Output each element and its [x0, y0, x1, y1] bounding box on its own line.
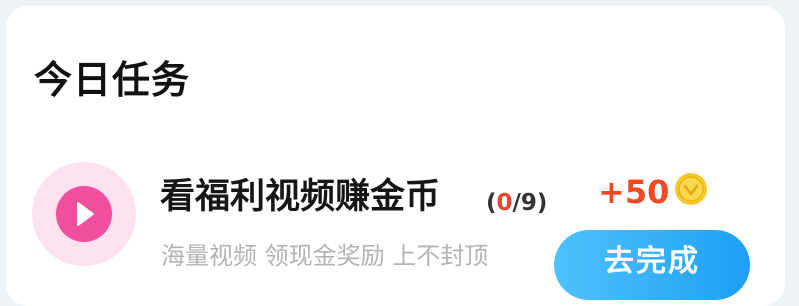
- task-title: 看福利视频赚金币: [160, 177, 441, 217]
- task-item: 看福利视频赚金币 (0/9) 海量视频 领现金奖励 上不封顶 +50 去完成: [6, 156, 785, 300]
- progress-total: /9): [512, 190, 548, 216]
- task-icon: [32, 162, 136, 266]
- task-card: 今日任务 看福利视频赚金币 (0/9) 海量视频 领现金奖励 上不封顶 +50 …: [6, 6, 785, 306]
- gold-coin-icon: [675, 173, 707, 205]
- task-progress: (0/9): [486, 188, 547, 218]
- reward-amount: +50: [598, 173, 670, 211]
- progress-done: 0: [496, 190, 513, 216]
- progress-open: (: [486, 190, 497, 216]
- play-icon: [56, 186, 112, 242]
- section-title: 今日任务: [34, 58, 191, 102]
- complete-task-button[interactable]: 去完成: [554, 230, 750, 300]
- task-description: 海量视频 领现金奖励 上不封顶: [161, 242, 489, 270]
